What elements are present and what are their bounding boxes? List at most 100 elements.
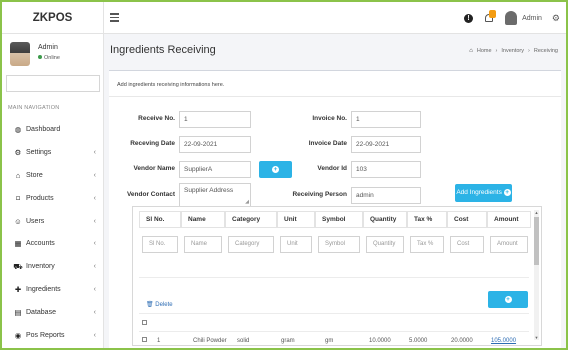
vendor-id-label: Vendor Id	[317, 165, 347, 172]
row-tax: 5.0000	[409, 338, 428, 344]
header-actions: ! Admin ⚙	[464, 2, 560, 34]
breadcrumb-home[interactable]: Home	[477, 48, 492, 54]
scroll-down-icon[interactable]: ▼	[534, 335, 539, 340]
sidebar: Admin Online MAIN NAVIGATION ◍ Dashboard …	[2, 34, 104, 348]
user-avatar-icon	[505, 11, 518, 25]
calculator-icon: ▦	[14, 239, 22, 249]
breadcrumb-receiving: Receiving	[533, 48, 558, 54]
online-status: Online	[38, 55, 60, 61]
home-icon: ⌂	[469, 48, 473, 54]
sidebar-item-accounts[interactable]: ▦ Accounts ‹	[2, 232, 104, 255]
scrollbar-thumb[interactable]	[534, 217, 539, 265]
divider	[139, 277, 529, 278]
chevron-left-icon: ‹	[93, 286, 96, 294]
tax-input[interactable]: Tax %	[410, 236, 444, 253]
row-category: solid	[237, 338, 250, 344]
column-header: Tax %	[407, 211, 447, 228]
vendor-name-field[interactable]: SupplierA	[179, 161, 251, 178]
category-input[interactable]: Category	[228, 236, 274, 253]
eye-icon: ◉	[14, 330, 22, 340]
divider	[109, 96, 561, 97]
name-input[interactable]: Name	[184, 236, 222, 253]
row-checkbox[interactable]	[142, 337, 147, 342]
plus-icon: ✚	[14, 285, 22, 295]
sidebar-search-input[interactable]	[6, 75, 100, 92]
sidebar-item-settings[interactable]: ⚙ Settings ‹	[2, 141, 104, 164]
column-header: Amount	[487, 211, 531, 228]
resize-handle-icon[interactable]: ◢	[245, 199, 249, 205]
invoice-date-label: Invoice Date	[308, 140, 347, 147]
sidebar-item-products[interactable]: ⌑ Products ‹	[2, 187, 104, 210]
chevron-left-icon: ‹	[93, 171, 96, 179]
column-header: Sl No.	[139, 211, 181, 228]
user-menu[interactable]: Admin	[505, 11, 542, 25]
breadcrumb-separator: ›	[495, 48, 498, 54]
invoice-date-field[interactable]: 22-09-2021	[351, 136, 421, 153]
symbol-input[interactable]: Symbol	[318, 236, 360, 253]
sidebar-item-store[interactable]: ⌂ Store ‹	[2, 164, 104, 187]
scroll-up-icon[interactable]: ▲	[534, 210, 539, 215]
cost-input[interactable]: Cost	[450, 236, 484, 253]
notifications-bell-icon[interactable]	[483, 10, 497, 25]
gear-icon: ⚙	[14, 147, 22, 157]
row-quantity: 10.0000	[369, 338, 391, 344]
add-vendor-button[interactable]: +	[259, 161, 292, 178]
delete-link[interactable]: 🗑 Delete	[146, 301, 173, 308]
hamburger-menu-icon[interactable]	[110, 13, 119, 24]
info-icon[interactable]: !	[464, 13, 474, 23]
vendor-id-field[interactable]: 103	[351, 161, 421, 178]
settings-gear-icon[interactable]: ⚙	[552, 13, 560, 24]
row-sl-no: 1	[157, 338, 161, 344]
sidebar-item-pos-reports[interactable]: ◉ Pos Reports ‹	[2, 324, 104, 347]
sidebar-item-inventory[interactable]: ⛟ Inventory ‹	[2, 255, 104, 278]
row-symbol: gm	[325, 338, 334, 344]
receive-no-label: Receive No.	[138, 115, 175, 122]
sidebar-item-users[interactable]: ☺ Users ‹	[2, 210, 104, 233]
truck-icon: ⛟	[13, 261, 23, 271]
vendor-name-label: Vendor Name	[133, 165, 175, 172]
brand-logo[interactable]: ZKPOS Restaurant	[2, 2, 104, 56]
breadcrumb: ⌂ Home › Inventory › Receiving	[469, 48, 558, 54]
receiving-person-field[interactable]: admin	[351, 187, 421, 204]
sidebar-item-label: Users	[26, 217, 45, 225]
app-frame: ZKPOS Restaurant ! Admin ⚙ Admin Online …	[0, 0, 568, 350]
add-ingredients-button[interactable]: Add Ingredients +	[455, 184, 512, 202]
sidebar-item-database[interactable]: ▤ Database ‹	[2, 301, 104, 324]
amount-input[interactable]: Amount	[490, 236, 528, 253]
chevron-left-icon: ‹	[93, 240, 96, 248]
table-scrollbar[interactable]: ▲ ▼	[534, 210, 539, 340]
plus-icon: +	[504, 296, 512, 303]
nav-header: MAIN NAVIGATION	[8, 105, 60, 111]
sidebar-item-ingredients[interactable]: ✚ Ingredients ‹	[2, 278, 104, 301]
chevron-left-icon: ‹	[93, 263, 96, 271]
column-header: Cost	[447, 211, 487, 228]
chevron-left-icon: ‹	[93, 194, 96, 202]
avatar	[10, 42, 30, 66]
receive-no-field[interactable]: 1	[179, 111, 251, 128]
receiving-date-field[interactable]: 22-09-2021	[179, 136, 251, 153]
receiving-date-label: Receving Date	[130, 140, 175, 147]
column-header: Unit	[277, 211, 315, 228]
add-row-button[interactable]: +	[488, 291, 528, 308]
column-header: Name	[181, 211, 225, 228]
breadcrumb-inventory[interactable]: Inventory	[501, 48, 524, 54]
select-all-checkbox[interactable]	[142, 320, 147, 325]
row-amount[interactable]: 105.0000	[491, 338, 516, 344]
sidebar-user-panel: Admin Online	[10, 42, 100, 70]
vendor-contact-label: Vendor Contact	[126, 191, 175, 198]
ingredients-table: Sl No. Name Category Unit Symbol Quantit…	[132, 206, 542, 346]
row-cost: 20.0000	[451, 338, 473, 344]
row-unit: gram	[281, 338, 295, 344]
database-icon: ▤	[14, 308, 22, 318]
notification-badge	[489, 10, 497, 18]
divider	[139, 313, 529, 314]
chevron-left-icon: ‹	[93, 148, 96, 156]
vendor-contact-textarea[interactable]: Supplier Address ◢	[179, 183, 251, 207]
sidebar-item-dashboard[interactable]: ◍ Dashboard	[2, 118, 104, 141]
sl-no-input[interactable]: Sl No.	[142, 236, 178, 253]
unit-input[interactable]: Unit	[280, 236, 312, 253]
invoice-no-field[interactable]: 1	[351, 111, 421, 128]
plus-icon: +	[272, 166, 279, 173]
sidebar-menu: ◍ Dashboard ⚙ Settings ‹ ⌂ Store ‹ ⌑ Products ‹…	[2, 118, 104, 347]
quantity-input[interactable]: Quantity	[366, 236, 404, 253]
